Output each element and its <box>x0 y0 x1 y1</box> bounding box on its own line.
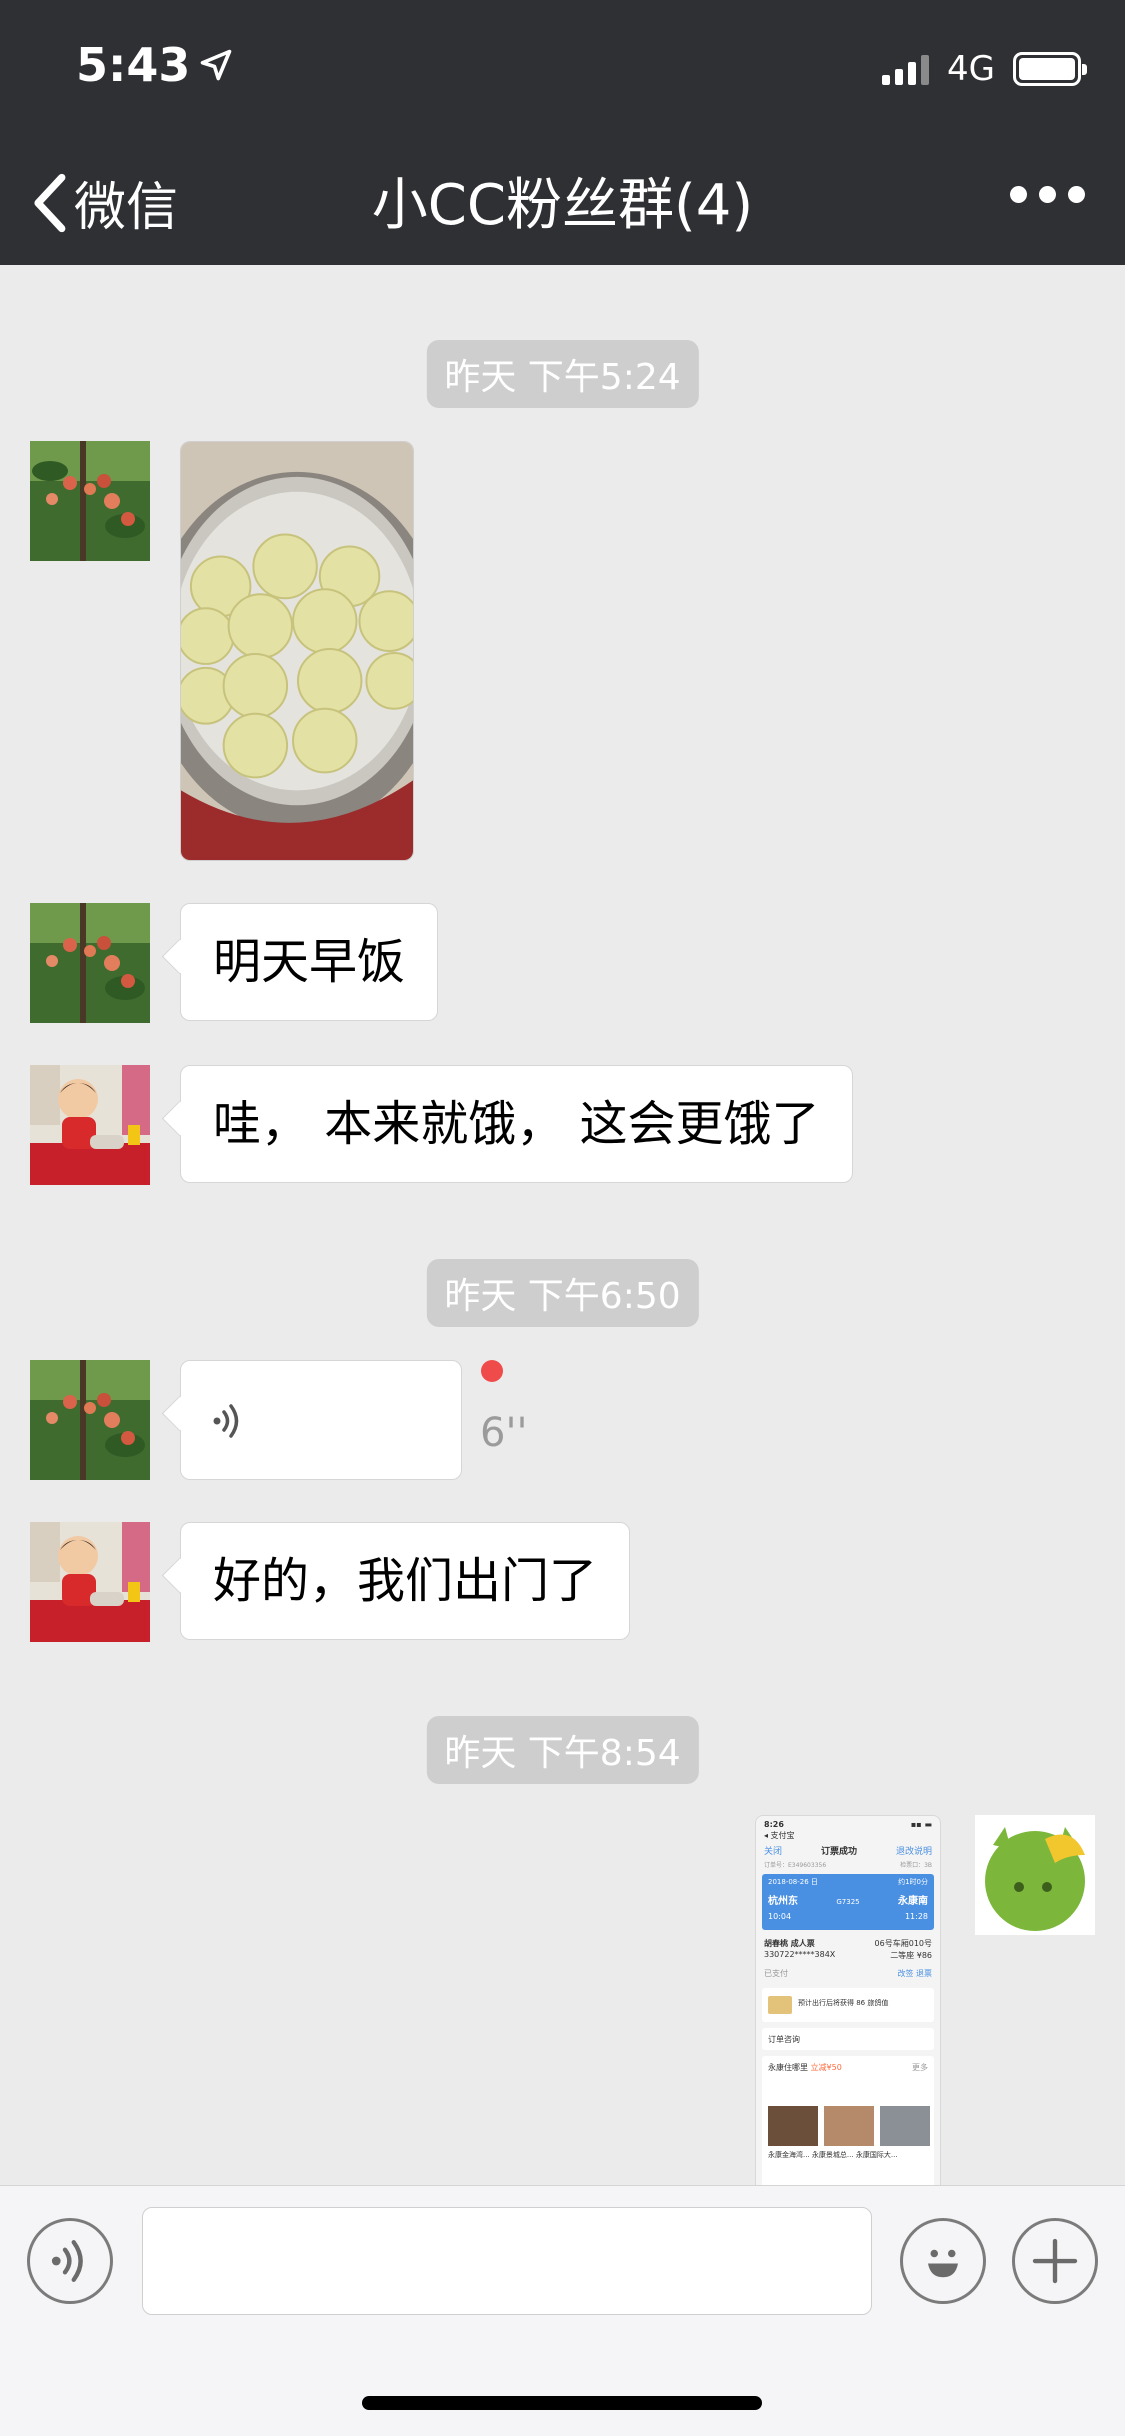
baby-avatar-image <box>30 1065 150 1185</box>
peach-tree-avatar-image <box>30 1360 150 1480</box>
message-text: 哇， 本来就饿， 这会更饿了 <box>213 1096 820 1152</box>
smiley-icon <box>928 2249 958 2278</box>
plus-icon <box>1032 2238 1078 2284</box>
location-arrow-icon <box>201 49 232 81</box>
battery-icon <box>1013 52 1087 86</box>
baby-avatar-image <box>30 1522 150 1642</box>
thumb-depart: 10:04 <box>768 1912 792 1921</box>
more-dot-icon <box>1039 186 1056 203</box>
steamed-buns-image <box>181 442 413 860</box>
timestamp-pill: 昨天 下午6:50 <box>426 1259 699 1327</box>
message-bubble[interactable]: 好的，我们出门了 <box>180 1522 631 1640</box>
signal-icon <box>882 53 930 85</box>
thumb-change: 改签 <box>897 1969 914 1978</box>
voice-input-button[interactable] <box>27 2218 113 2304</box>
thumb-ticket-card: 2018-08-26 日 约1时0分 杭州东 G7325 永康南 10:04 1… <box>762 1874 934 1930</box>
voice-duration: 6'' <box>480 1410 528 1456</box>
thumb-duration: 约1时0分 <box>898 1878 928 1886</box>
voice-wave-icon <box>51 2240 83 2282</box>
chat-title: 小CC粉丝群(4) <box>371 173 754 238</box>
thumb-refund-btn: 退票 <box>916 1969 932 1978</box>
thumb-hotel-1: 永康金海湾... <box>768 2151 810 2159</box>
timestamp-pill: 昨天 下午5:24 <box>426 340 699 408</box>
more-dot-icon <box>1010 186 1027 203</box>
more-button[interactable] <box>1010 186 1085 203</box>
home-indicator[interactable] <box>362 2396 762 2410</box>
chat-area[interactable]: 昨天 下午5:24 明天早饭 哇， 本来就饿， 这会更饿了 昨天 下午6:50 … <box>0 265 1125 2185</box>
status-bar-time: 5:43 <box>76 38 234 92</box>
thumb-hotel-2: 永康景城总... <box>811 2151 854 2159</box>
thumb-seat-class: 二等座 ¥86 <box>890 1951 932 1960</box>
unread-dot <box>481 1360 503 1382</box>
avatar-baby[interactable] <box>30 1065 150 1185</box>
thumb-seat: 06号车厢010号 <box>874 1939 932 1948</box>
thumb-train: G7325 <box>836 1898 860 1906</box>
avatar-baby[interactable] <box>30 1522 150 1642</box>
network-type: 4G <box>947 49 995 89</box>
emoji-button[interactable] <box>900 2218 986 2304</box>
thumb-from-station: 杭州东 <box>768 1896 798 1907</box>
thumb-to-station: 永康南 <box>898 1896 928 1907</box>
thumb-page-title: 订票成功 <box>820 1847 857 1857</box>
peach-tree-avatar-image <box>30 903 150 1023</box>
thumb-arrive: 11:28 <box>904 1912 928 1921</box>
message-bubble[interactable]: 明天早饭 <box>180 903 439 1021</box>
avatar-peach-tree[interactable] <box>30 903 150 1023</box>
message-bubble[interactable]: 哇， 本来就饿， 这会更饿了 <box>180 1065 853 1183</box>
more-functions-button[interactable] <box>1012 2218 1098 2304</box>
avatar-peach-tree[interactable] <box>30 441 150 561</box>
avatar-peach-tree[interactable] <box>30 1360 150 1480</box>
thumb-consult-card: 订单咨询 <box>762 2028 934 2050</box>
thumb-consult: 订单咨询 <box>768 2035 800 2044</box>
photo-steamed-buns[interactable] <box>180 441 414 861</box>
thumb-back-app: ◂ 支付宝 <box>764 1831 795 1840</box>
message-text: 好的，我们出门了 <box>213 1553 598 1609</box>
header: 5:43 4G 微信 小CC粉丝群(4) <box>0 0 1125 265</box>
thumb-id-no: 330722*****384X <box>764 1950 836 1959</box>
avatar-self-green-character[interactable] <box>975 1815 1095 1935</box>
thumb-hotel-3: 永康国际大... <box>855 2151 898 2159</box>
thumb-order-no: 订单号：E349603356 <box>764 1862 827 1869</box>
message-input[interactable] <box>142 2207 872 2315</box>
thumb-hotel-section: 永康住哪里 <box>768 2063 808 2072</box>
status-bar-right: 4G <box>882 48 1087 90</box>
thumb-reward: 预计出行后将获得 86 旅鸽值 <box>798 1999 889 2007</box>
thumb-date: 2018-08-26 日 <box>768 1878 818 1886</box>
thumb-hotel-card: 永康住哪里 立减¥50 更多 永康金海湾... 永康景城总... 永康国际大..… <box>762 2056 934 2185</box>
message-text: 明天早饭 <box>213 934 406 990</box>
green-character-avatar-image <box>975 1815 1095 1935</box>
thumb-close: 关闭 <box>764 1847 783 1857</box>
shared-screenshot-image[interactable]: 8:26 ▪▪ ▬ ◂ 支付宝 关闭 订票成功 退改说明 订单号：E3496033… <box>755 1815 941 2185</box>
thumb-passenger: 胡春桃 成人票 <box>764 1939 815 1948</box>
thumb-check: 检票口：3B <box>900 1862 932 1869</box>
thumb-reward-card: 预计出行后将获得 86 旅鸽值 <box>762 1988 934 2022</box>
status-time-text: 5:43 <box>76 38 191 92</box>
more-dot-icon <box>1068 186 1085 203</box>
thumb-paid: 已支付 <box>764 1969 788 1978</box>
thumb-more: 更多 <box>912 2063 928 2072</box>
timestamp-pill: 昨天 下午8:54 <box>426 1716 699 1784</box>
thumb-status-time: 8:26 <box>764 1820 784 1829</box>
peach-tree-avatar-image <box>30 441 150 561</box>
thumb-hotel-tag: 立减¥50 <box>810 2063 842 2072</box>
voice-wave-icon <box>213 1404 239 1438</box>
voice-message-bubble[interactable] <box>180 1360 462 1480</box>
thumb-refund: 退改说明 <box>895 1847 932 1857</box>
